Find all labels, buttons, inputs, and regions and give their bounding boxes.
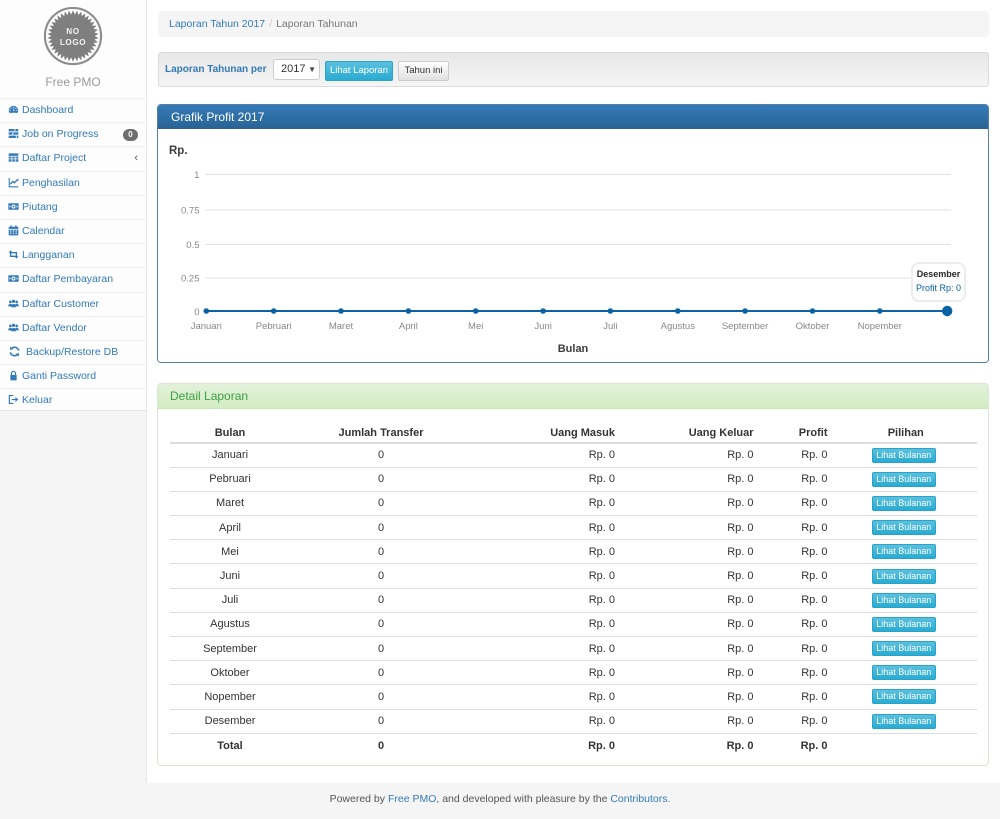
svg-text:Bulan: Bulan [558,343,589,355]
svg-text:0: 0 [194,307,199,318]
svg-text:Maret: Maret [329,321,354,332]
svg-text:Oktober: Oktober [796,321,830,332]
svg-text:Juli: Juli [603,321,617,332]
svg-text:Januari: Januari [191,321,222,332]
svg-text:NO: NO [66,27,79,36]
svg-text:April: April [399,321,418,332]
svg-text:Agustus: Agustus [661,321,696,332]
svg-text:Juni: Juni [534,321,551,332]
svg-text:1: 1 [194,170,199,181]
svg-text:Mei: Mei [468,321,483,332]
svg-text:LOGO: LOGO [60,38,86,47]
svg-text:0.25: 0.25 [181,274,200,285]
svg-text:Nopember: Nopember [858,321,902,332]
svg-text:0.75: 0.75 [181,206,200,217]
svg-text:September: September [722,321,768,332]
svg-text:Pebruari: Pebruari [256,321,292,332]
svg-text:0.5: 0.5 [186,240,199,251]
svg-text:Rp.: Rp. [169,145,188,157]
